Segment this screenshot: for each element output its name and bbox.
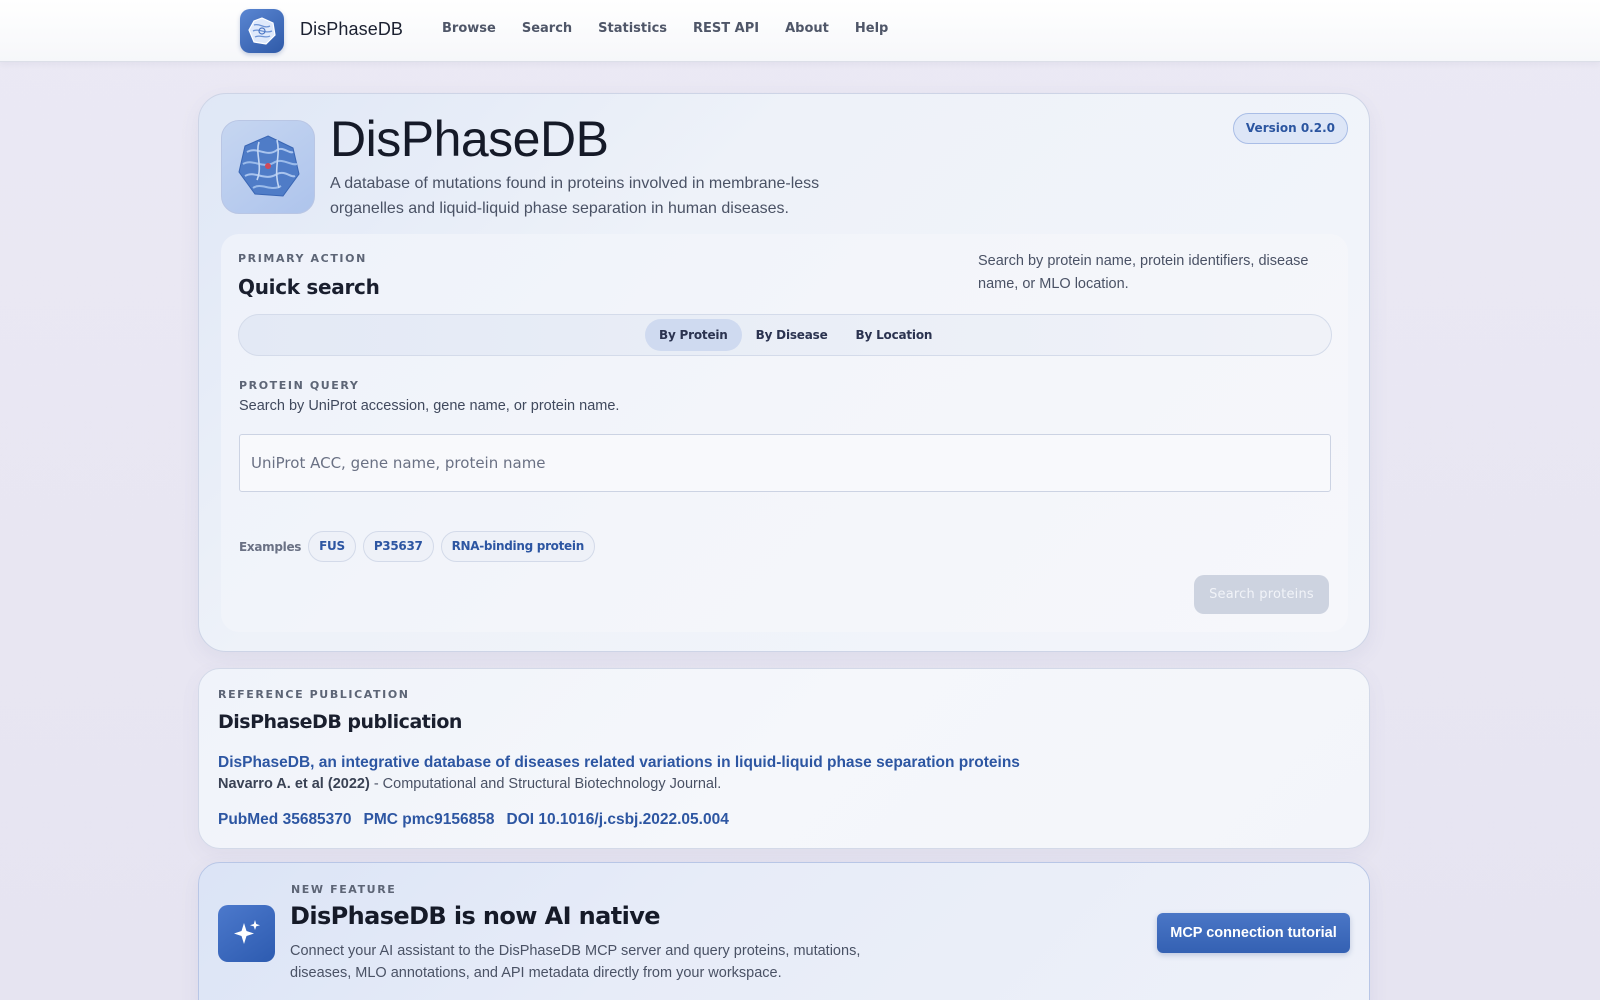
example-chip-fus[interactable]: FUS (308, 531, 356, 562)
nav-link-help[interactable]: Help (855, 21, 888, 36)
feature-eyebrow: NEW FEATURE (291, 883, 397, 896)
section-title: Quick search (238, 275, 380, 299)
version-badge: Version 0.2.0 (1232, 113, 1348, 144)
nav-link-search[interactable]: Search (522, 21, 572, 36)
mcp-tutorial-button[interactable]: MCP connection tutorial (1157, 913, 1350, 953)
nav-link-browse[interactable]: Browse (442, 21, 496, 36)
search-hint: Search by protein name, protein identifi… (978, 253, 1309, 292)
nav-link-about[interactable]: About (785, 21, 829, 36)
sparkles-icon (218, 905, 275, 962)
quick-search-panel: PRIMARY ACTION Quick search Search by pr… (221, 234, 1348, 632)
pubmed-link[interactable]: PubMed 35685370 (218, 811, 352, 829)
search-proteins-button[interactable]: Search proteins (1194, 575, 1329, 614)
publication-eyebrow: REFERENCE PUBLICATION (218, 688, 410, 701)
brand-name[interactable]: DisPhaseDB (300, 19, 403, 40)
feature-title: DisPhaseDB is now AI native (290, 902, 661, 930)
publication-article-link[interactable]: DisPhaseDB, an integrative database of d… (218, 754, 1020, 772)
publication-card: REFERENCE PUBLICATION DisPhaseDB publica… (198, 668, 1370, 849)
doi-link[interactable]: DOI 10.1016/j.csbj.2022.05.004 (507, 811, 729, 829)
publication-identifiers: PubMed 35685370 PMC pmc9156858 DOI 10.10… (218, 811, 729, 829)
section-eyebrow: PRIMARY ACTION (238, 252, 367, 265)
example-chip-rna-binding-protein[interactable]: RNA-binding protein (440, 531, 595, 562)
publication-journal: - Computational and Structural Biotechno… (369, 776, 722, 792)
query-eyebrow: PROTEIN QUERY (239, 379, 360, 392)
main-nav: Browse Search Statistics REST API About … (442, 21, 914, 36)
publication-citation: Navarro A. et al (2022) - Computational … (218, 776, 721, 792)
page-subtitle: A database of mutations found in protein… (330, 175, 820, 217)
feature-description: Connect your AI assistant to the DisPhas… (290, 943, 861, 981)
query-description: Search by UniProt accession, gene name, … (239, 398, 620, 414)
protein-search-input[interactable] (239, 434, 1331, 492)
tab-by-disease[interactable]: By Disease (742, 319, 842, 351)
examples-row: Examples FUS P35637 RNA-binding protein (239, 531, 602, 562)
publication-heading: DisPhaseDB publication (218, 711, 462, 733)
protein-structure-icon (221, 120, 315, 214)
publication-authors: Navarro A. et al (2022) (218, 776, 370, 792)
tab-by-protein[interactable]: By Protein (645, 319, 742, 351)
example-chip-p35637[interactable]: P35637 (362, 531, 434, 562)
pmc-link[interactable]: PMC pmc9156858 (364, 811, 495, 829)
examples-label: Examples (239, 539, 302, 554)
tab-by-location[interactable]: By Location (842, 319, 947, 351)
nav-link-statistics[interactable]: Statistics (598, 21, 667, 36)
search-mode-tabs: By Protein By Disease By Location (238, 314, 1332, 356)
top-navbar: DisPhaseDB Browse Search Statistics REST… (0, 0, 1600, 62)
ai-feature-card: NEW FEATURE DisPhaseDB is now AI native … (198, 862, 1370, 1000)
page-title: DisPhaseDB (330, 111, 609, 167)
logo-icon[interactable] (240, 9, 284, 53)
nav-link-rest-api[interactable]: REST API (693, 21, 759, 36)
hero-card: DisPhaseDB A database of mutations found… (198, 93, 1370, 652)
